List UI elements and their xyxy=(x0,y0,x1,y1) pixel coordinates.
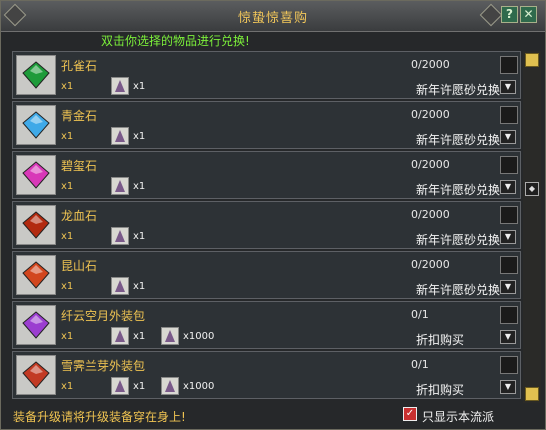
dropdown-button[interactable]: ▼ xyxy=(500,380,516,394)
close-button[interactable]: ✕ xyxy=(520,6,537,23)
lock-icon[interactable] xyxy=(500,256,518,274)
exchange-count: 0/2000 xyxy=(411,208,450,221)
exchange-action-label: 新年许愿砂兑换 xyxy=(416,233,501,247)
wish-sand-icon xyxy=(111,227,129,245)
cost-quantity: x1 xyxy=(133,281,146,292)
exchange-action-label: 新年许愿砂兑换 xyxy=(416,283,501,297)
list-item[interactable]: 昆山石 x1 x1 0/2000 新年许愿砂兑换 ▼ xyxy=(12,251,521,299)
item-name: 碧玺石 xyxy=(61,159,98,173)
school-filter-checkbox[interactable]: ✓ xyxy=(403,407,417,421)
window-title: 惊蛰惊喜购 xyxy=(237,11,308,26)
list-item[interactable]: 龙血石 x1 x1 0/2000 新年许愿砂兑换 ▼ xyxy=(12,201,521,249)
item-quantity: x1 xyxy=(61,281,74,292)
peacock-stone-icon xyxy=(16,55,56,95)
lock-icon[interactable] xyxy=(500,306,518,324)
wish-sand-icon xyxy=(111,327,129,345)
wish-sand-icon xyxy=(111,177,129,195)
dropdown-button[interactable]: ▼ xyxy=(500,180,516,194)
dropdown-button[interactable]: ▼ xyxy=(500,330,516,344)
school-filter-label: 只显示本流派 xyxy=(422,410,495,424)
tourmaline-stone-icon xyxy=(16,155,56,195)
title-bar[interactable]: 惊蛰惊喜购 ? ✕ xyxy=(1,1,545,32)
instruction-hint: 双击你选择的物品进行兑换! xyxy=(101,34,250,48)
cost-quantity: x1 xyxy=(133,331,146,342)
item-name: 孔雀石 xyxy=(61,59,98,73)
exchange-action-label: 新年许愿砂兑换 xyxy=(416,83,501,97)
exchange-window: 惊蛰惊喜购 ? ✕ 双击你选择的物品进行兑换! 孔雀石 x1 x1 0/2000 新年许… xyxy=(0,0,546,430)
item-quantity: x1 xyxy=(61,131,74,142)
lock-icon[interactable] xyxy=(500,206,518,224)
wish-sand-icon xyxy=(111,277,129,295)
cost-quantity: x1000 xyxy=(183,381,215,392)
item-quantity: x1 xyxy=(61,331,74,342)
dragonblood-stone-icon xyxy=(16,205,56,245)
item-name: 青金石 xyxy=(61,109,98,123)
scroll-down-button[interactable] xyxy=(525,387,539,401)
exchange-count: 0/2000 xyxy=(411,58,450,71)
currency-icon xyxy=(161,327,179,345)
lapis-stone-icon xyxy=(16,105,56,145)
list-item[interactable]: 碧玺石 x1 x1 0/2000 新年许愿砂兑换 ▼ xyxy=(12,151,521,199)
currency-icon xyxy=(161,377,179,395)
scrollbar-thumb[interactable]: ◆ xyxy=(525,182,539,196)
item-name: 昆山石 xyxy=(61,259,98,273)
exchange-action-label: 折扣购买 xyxy=(416,333,465,347)
cost-quantity: x1000 xyxy=(183,331,215,342)
item-quantity: x1 xyxy=(61,381,74,392)
exchange-action-label: 新年许愿砂兑换 xyxy=(416,133,501,147)
scrollbar-track[interactable] xyxy=(523,51,541,403)
exchange-count: 0/1 xyxy=(411,308,429,321)
cost-quantity: x1 xyxy=(133,181,146,192)
cost-quantity: x1 xyxy=(133,381,146,392)
lock-icon[interactable] xyxy=(500,356,518,374)
exchange-action-label: 折扣购买 xyxy=(416,383,465,397)
purple-bag-icon xyxy=(16,305,56,345)
item-name: 龙血石 xyxy=(61,209,98,223)
item-quantity: x1 xyxy=(61,231,74,242)
help-button[interactable]: ? xyxy=(501,6,518,23)
kunshan-stone-icon xyxy=(16,255,56,295)
list-item[interactable]: 孔雀石 x1 x1 0/2000 新年许愿砂兑换 ▼ xyxy=(12,51,521,99)
wish-sand-icon xyxy=(111,377,129,395)
wish-sand-icon xyxy=(111,127,129,145)
item-name: 雪霁兰芽外装包 xyxy=(61,359,146,373)
exchange-count: 0/2000 xyxy=(411,258,450,271)
upgrade-note: 装备升级请将升级装备穿在身上! xyxy=(13,410,186,424)
dropdown-button[interactable]: ▼ xyxy=(500,80,516,94)
lock-icon[interactable] xyxy=(500,156,518,174)
dropdown-button[interactable]: ▼ xyxy=(500,280,516,294)
item-name: 纤云空月外装包 xyxy=(61,309,146,323)
cost-quantity: x1 xyxy=(133,81,146,92)
dropdown-button[interactable]: ▼ xyxy=(500,130,516,144)
list-item[interactable]: 纤云空月外装包 x1 x1 x1000 0/1 折扣购买 ▼ xyxy=(12,301,521,349)
cost-quantity: x1 xyxy=(133,131,146,142)
item-quantity: x1 xyxy=(61,81,74,92)
list-item[interactable]: 雪霁兰芽外装包 x1 x1 x1000 0/1 折扣购买 ▼ xyxy=(12,351,521,399)
wish-sand-icon xyxy=(111,77,129,95)
item-quantity: x1 xyxy=(61,181,74,192)
exchange-count: 0/2000 xyxy=(411,158,450,171)
lock-icon[interactable] xyxy=(500,56,518,74)
item-list: 孔雀石 x1 x1 0/2000 新年许愿砂兑换 ▼ 青金石 x1 x1 0/2000 新年许愿砂兑… xyxy=(12,51,521,403)
exchange-count: 0/2000 xyxy=(411,108,450,121)
list-item[interactable]: 青金石 x1 x1 0/2000 新年许愿砂兑换 ▼ xyxy=(12,101,521,149)
lock-icon[interactable] xyxy=(500,106,518,124)
red-bag-icon xyxy=(16,355,56,395)
cost-quantity: x1 xyxy=(133,231,146,242)
exchange-action-label: 新年许愿砂兑换 xyxy=(416,183,501,197)
dropdown-button[interactable]: ▼ xyxy=(500,230,516,244)
scroll-up-button[interactable] xyxy=(525,53,539,67)
exchange-count: 0/1 xyxy=(411,358,429,371)
